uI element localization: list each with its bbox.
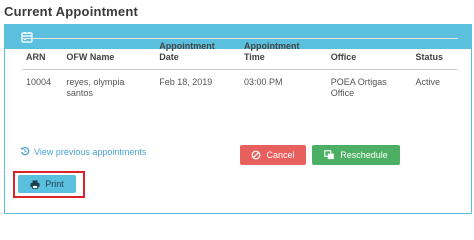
cell-arn: 10004 [26, 77, 52, 87]
column-header-appointment-date: Appointment Date [155, 38, 240, 70]
reschedule-button[interactable]: Reschedule [312, 145, 400, 165]
history-icon [20, 146, 30, 158]
view-previous-appointments-link[interactable]: View previous appointments [20, 146, 146, 158]
cancel-label: Cancel [266, 150, 295, 160]
section-title: Current Appointment [4, 4, 139, 19]
column-header-status: Status [411, 38, 458, 70]
table-row: 10004 reyes, olympia santos Feb 18, 2019 … [22, 70, 458, 104]
print-button[interactable]: Print [18, 175, 76, 193]
column-header-office: Office [326, 38, 412, 70]
column-header-arn: ARN [22, 38, 63, 70]
cell-appointment-date: Feb 18, 2019 [159, 77, 213, 87]
appointment-table: ARN OFW Name Appointment Date Appointment… [22, 38, 458, 103]
copy-icon [324, 150, 335, 160]
column-header-ofw-name: OFW Name [62, 38, 156, 70]
column-header-appointment-time: Appointment Time [239, 38, 327, 70]
cell-ofw-name: reyes, olympia santos [66, 77, 125, 98]
cancel-button[interactable]: Cancel [240, 145, 306, 165]
cell-status: Active [415, 77, 441, 87]
ban-icon [251, 150, 261, 160]
printer-icon [30, 180, 40, 189]
cell-appointment-time: 03:00 PM [243, 77, 283, 87]
print-label: Print [45, 179, 64, 189]
view-previous-label: View previous appointments [34, 147, 147, 157]
table-header-row: ARN OFW Name Appointment Date Appointment… [22, 38, 458, 70]
reschedule-label: Reschedule [340, 150, 388, 160]
cell-office: POEA Ortigas Office [330, 77, 387, 98]
